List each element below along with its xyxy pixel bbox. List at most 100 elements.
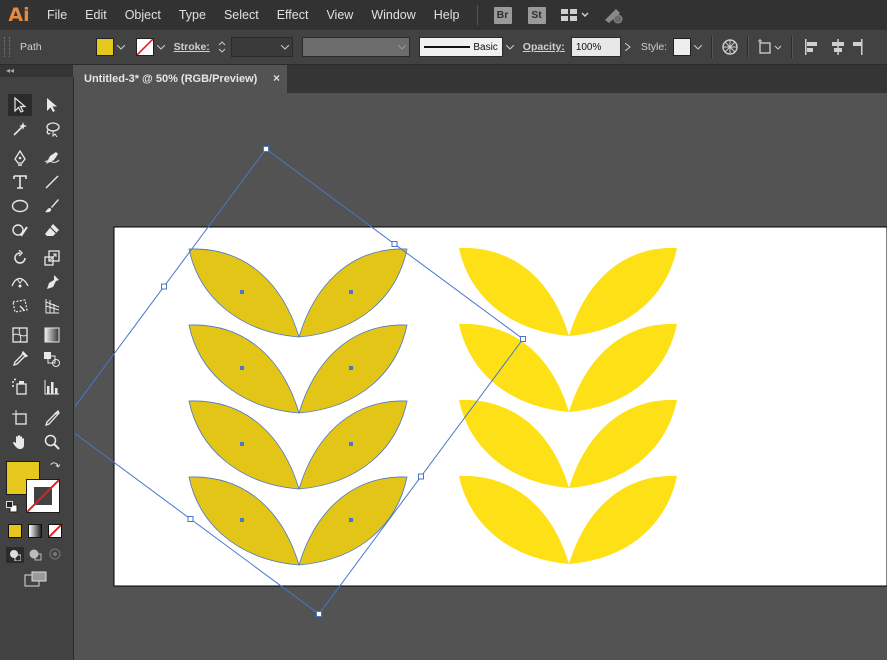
menu-view[interactable]: View bbox=[317, 0, 362, 30]
stroke-swatch[interactable] bbox=[135, 38, 154, 56]
align-center-icon[interactable] bbox=[825, 39, 851, 55]
style-label: Style: bbox=[640, 41, 668, 53]
bounding-box-handle[interactable] bbox=[316, 611, 322, 617]
menu-edit[interactable]: Edit bbox=[76, 0, 116, 30]
center-point[interactable] bbox=[240, 366, 244, 370]
hand-tool-icon[interactable] bbox=[8, 431, 32, 453]
style-dropdown-chevron[interactable] bbox=[691, 37, 705, 57]
bounding-box-handle[interactable] bbox=[263, 146, 269, 152]
draw-normal-icon[interactable] bbox=[6, 547, 24, 563]
curvature-tool-icon[interactable] bbox=[40, 147, 64, 169]
opacity-arrow-icon[interactable] bbox=[621, 43, 635, 51]
symbol-sprayer-tool-icon[interactable] bbox=[8, 376, 32, 398]
swap-fill-stroke-icon[interactable] bbox=[49, 461, 61, 476]
control-separator-2 bbox=[747, 36, 750, 58]
bounding-box-handle[interactable] bbox=[520, 336, 526, 342]
bounding-box-handle[interactable] bbox=[391, 241, 398, 247]
lasso-tool-icon[interactable] bbox=[40, 118, 64, 140]
gpu-performance-icon[interactable] bbox=[602, 6, 624, 24]
menu-object[interactable]: Object bbox=[116, 0, 170, 30]
magic-wand-tool-icon[interactable] bbox=[8, 118, 32, 140]
align-right-icon[interactable] bbox=[851, 39, 865, 55]
canvas-area[interactable] bbox=[75, 93, 887, 660]
control-bar-grip[interactable] bbox=[4, 37, 10, 57]
style-swatch[interactable] bbox=[673, 38, 692, 56]
bounding-box-handle[interactable] bbox=[161, 283, 167, 290]
menu-type[interactable]: Type bbox=[170, 0, 215, 30]
blend-tool-icon[interactable] bbox=[40, 348, 64, 370]
opacity-field[interactable]: 100% bbox=[570, 37, 621, 57]
mesh-tool-icon[interactable] bbox=[8, 324, 32, 346]
direct-selection-tool-icon[interactable] bbox=[40, 94, 64, 116]
fill-dropdown-chevron[interactable] bbox=[114, 37, 128, 57]
paintbrush-tool-icon[interactable] bbox=[40, 195, 64, 217]
menu-separator bbox=[476, 5, 478, 25]
opacity-label: Opacity: bbox=[522, 41, 565, 53]
center-point[interactable] bbox=[240, 290, 244, 294]
pen-tool-icon[interactable] bbox=[8, 147, 32, 169]
center-point[interactable] bbox=[349, 442, 353, 446]
stroke-weight-stepper[interactable] bbox=[216, 37, 228, 57]
menu-file[interactable]: File bbox=[38, 0, 76, 30]
center-point[interactable] bbox=[240, 442, 244, 446]
default-fill-stroke-icon[interactable] bbox=[6, 501, 18, 516]
toolbar-collapse[interactable]: ◂◂ bbox=[0, 65, 73, 77]
color-mode-icon[interactable] bbox=[8, 524, 22, 538]
menu-effect[interactable]: Effect bbox=[268, 0, 318, 30]
arrange-documents-icon[interactable] bbox=[560, 7, 590, 23]
center-point[interactable] bbox=[349, 366, 353, 370]
selection-tool-icon[interactable] bbox=[8, 94, 32, 116]
rotate-tool-icon[interactable] bbox=[8, 247, 32, 269]
draw-behind-icon[interactable] bbox=[28, 547, 42, 564]
eraser-tool-icon[interactable] bbox=[40, 219, 64, 241]
control-separator bbox=[711, 36, 714, 58]
stroke-weight-field[interactable] bbox=[230, 37, 293, 57]
control-separator-3 bbox=[791, 36, 794, 58]
bounding-box-handle[interactable] bbox=[418, 473, 424, 480]
document-tab[interactable]: Untitled-3* @ 50% (RGB/Preview) × bbox=[75, 65, 287, 93]
shaper-tool-icon[interactable] bbox=[8, 219, 32, 241]
scale-tool-icon[interactable] bbox=[40, 247, 64, 269]
center-point[interactable] bbox=[240, 518, 244, 522]
document-tab-title: Untitled-3* @ 50% (RGB/Preview) bbox=[84, 73, 258, 85]
recolor-artwork-icon[interactable] bbox=[719, 38, 741, 56]
menu-select[interactable]: Select bbox=[215, 0, 268, 30]
bounding-box-handle[interactable] bbox=[187, 516, 194, 522]
center-point[interactable] bbox=[349, 518, 353, 522]
transform-reference-icon[interactable] bbox=[755, 38, 785, 56]
free-transform-tool-icon[interactable] bbox=[8, 295, 32, 317]
gradient-tool-icon[interactable] bbox=[40, 324, 64, 346]
eyedropper-tool-icon[interactable] bbox=[8, 348, 32, 370]
bridge-button[interactable]: Br bbox=[493, 6, 512, 24]
align-left-icon[interactable] bbox=[799, 39, 825, 55]
slice-tool-icon[interactable] bbox=[40, 407, 64, 429]
fill-swatch[interactable] bbox=[95, 38, 114, 56]
artwork-svg[interactable] bbox=[75, 93, 887, 660]
tools-panel bbox=[0, 77, 74, 660]
gradient-mode-icon[interactable] bbox=[28, 524, 42, 538]
menu-help[interactable]: Help bbox=[425, 0, 469, 30]
stroke-dropdown-chevron[interactable] bbox=[154, 37, 168, 57]
artboard-tool-icon[interactable] bbox=[8, 407, 32, 429]
menu-window[interactable]: Window bbox=[362, 0, 424, 30]
screen-mode-icon[interactable] bbox=[24, 571, 48, 590]
ellipse-tool-icon[interactable] bbox=[8, 195, 32, 217]
variable-width-profile[interactable] bbox=[301, 37, 410, 57]
center-point[interactable] bbox=[349, 290, 353, 294]
perspective-grid-tool-icon[interactable] bbox=[40, 295, 64, 317]
draw-inside-icon[interactable] bbox=[48, 547, 62, 564]
width-tool-icon[interactable] bbox=[8, 271, 32, 293]
none-mode-icon[interactable] bbox=[48, 524, 62, 538]
brush-definition-field[interactable]: Basic bbox=[418, 37, 503, 57]
stroke-color-box[interactable] bbox=[26, 479, 60, 513]
close-icon[interactable]: × bbox=[273, 71, 280, 85]
brush-label: Basic bbox=[473, 41, 498, 53]
brush-dropdown-chevron[interactable] bbox=[503, 37, 517, 57]
stock-button[interactable]: St bbox=[527, 6, 546, 24]
selection-type-label: Path bbox=[20, 41, 42, 53]
zoom-tool-icon[interactable] bbox=[40, 431, 64, 453]
line-segment-tool-icon[interactable] bbox=[40, 171, 64, 193]
puppet-warp-tool-icon[interactable] bbox=[40, 271, 64, 293]
type-tool-icon[interactable] bbox=[8, 171, 32, 193]
column-graph-tool-icon[interactable] bbox=[40, 376, 64, 398]
